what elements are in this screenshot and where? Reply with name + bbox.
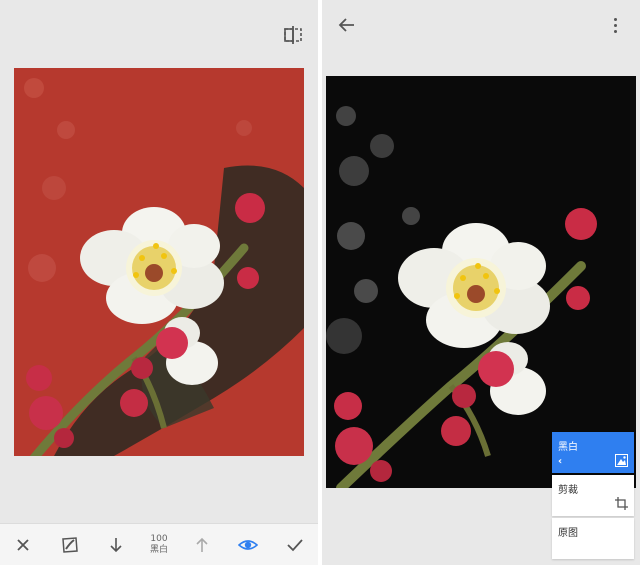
menu-item-label: 剪裁 — [558, 485, 578, 496]
right-phone-screen: 黑白 ‹ 剪裁 原图 — [322, 0, 640, 565]
arrow-down-icon[interactable] — [103, 532, 129, 558]
brush-icon[interactable] — [57, 532, 83, 558]
menu-item-crop[interactable]: 剪裁 — [552, 475, 634, 516]
menu-item-black-white[interactable]: 黑白 ‹ — [552, 432, 634, 473]
crop-icon[interactable] — [615, 497, 628, 510]
menu-item-label: 原图 — [558, 528, 578, 539]
tool-stack-menu: 黑白 ‹ 剪裁 原图 — [552, 432, 634, 561]
edit-toolbar: 100 黑白 — [0, 523, 318, 565]
compare-split-icon[interactable] — [282, 24, 304, 46]
arrow-up-icon[interactable] — [189, 532, 215, 558]
arrow-left-icon[interactable] — [336, 14, 358, 36]
black-white-icon[interactable] — [615, 454, 628, 467]
parameter-display: 100 黑白 — [150, 534, 168, 556]
chevron-left-icon[interactable]: ‹ — [558, 456, 562, 467]
eye-icon[interactable] — [235, 532, 261, 558]
edited-photo-red-background[interactable] — [14, 68, 304, 456]
left-phone-screen: 100 黑白 — [0, 0, 318, 565]
menu-item-label: 黑白 — [558, 442, 578, 453]
check-icon[interactable] — [282, 532, 308, 558]
parameter-value: 100 — [150, 533, 168, 544]
menu-item-original[interactable]: 原图 — [552, 518, 634, 559]
more-vert-icon[interactable] — [604, 14, 626, 36]
edited-photo-black-background[interactable] — [326, 76, 636, 488]
close-icon[interactable] — [10, 532, 36, 558]
parameter-name: 黑白 — [149, 544, 168, 555]
